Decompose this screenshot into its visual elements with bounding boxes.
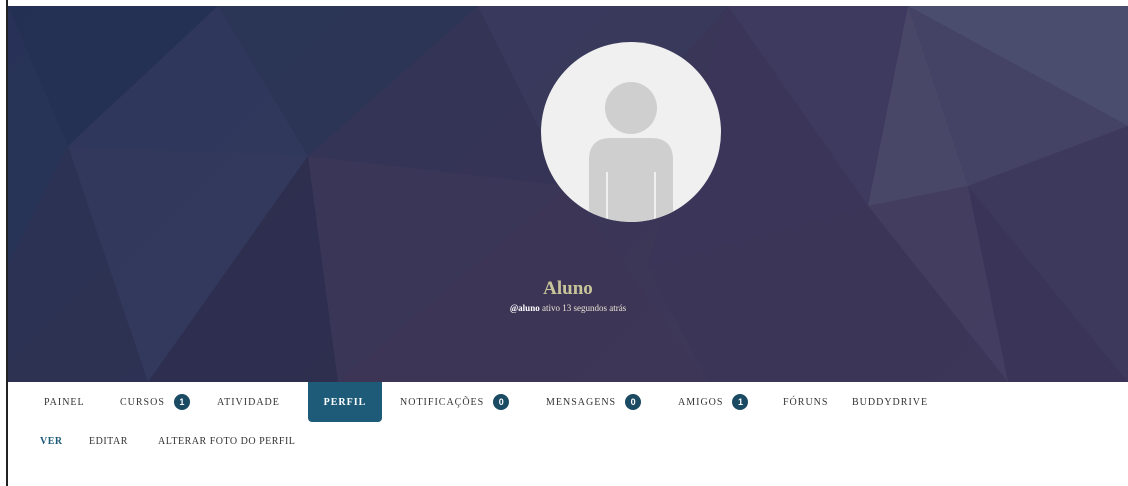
- sub-nav-ver[interactable]: VER: [40, 436, 63, 447]
- profile-sub-nav: VER EDITAR ALTERAR FOTO DO PERFIL: [8, 436, 608, 456]
- nav-item-label: MENSAGENS: [546, 396, 617, 408]
- nav-item-label: ATIVIDADE: [217, 396, 280, 408]
- profile-handle: @aluno: [509, 303, 540, 313]
- sub-nav-editar[interactable]: EDITAR: [89, 436, 128, 447]
- nav-item-perfil[interactable]: PERFIL: [308, 382, 382, 422]
- count-badge: 1: [173, 394, 190, 410]
- profile-main-nav: PAINEL CURSOS 1 ATIVIDADE PERFIL NOTIFIC…: [8, 382, 1128, 422]
- profile-cover-image: Aluno @aluno ativo 13 segundos atrás: [8, 6, 1128, 382]
- nav-item-label: NOTIFICAÇÕES: [400, 396, 485, 408]
- avatar[interactable]: [541, 42, 721, 222]
- nav-item-cursos[interactable]: CURSOS 1: [120, 382, 190, 422]
- sub-nav-alterar-foto[interactable]: ALTERAR FOTO DO PERFIL: [158, 436, 295, 447]
- nav-item-painel[interactable]: PAINEL: [44, 382, 85, 422]
- nav-item-label: PERFIL: [323, 396, 367, 408]
- nav-item-label: PAINEL: [44, 396, 85, 408]
- count-badge: 0: [625, 394, 642, 410]
- default-avatar-icon: [589, 82, 673, 222]
- profile-meta: @aluno ativo 13 segundos atrás: [8, 303, 1128, 313]
- nav-item-amigos[interactable]: AMIGOS 1: [678, 382, 749, 422]
- profile-display-name: Aluno: [543, 278, 593, 299]
- nav-item-label: CURSOS: [120, 396, 165, 408]
- nav-item-foruns[interactable]: FÓRUNS: [783, 382, 828, 422]
- nav-item-buddydrive[interactable]: BUDDYDRIVE: [852, 382, 928, 422]
- nav-item-notificacoes[interactable]: NOTIFICAÇÕES 0: [400, 382, 510, 422]
- nav-item-label: FÓRUNS: [783, 396, 829, 408]
- nav-item-label: AMIGOS: [678, 396, 724, 408]
- count-badge: 1: [732, 394, 749, 410]
- nav-item-mensagens[interactable]: MENSAGENS 0: [546, 382, 642, 422]
- nav-item-atividade[interactable]: ATIVIDADE: [217, 382, 280, 422]
- nav-item-label: BUDDYDRIVE: [852, 396, 929, 408]
- profile-last-activity: ativo 13 segundos atrás: [541, 303, 627, 313]
- count-badge: 0: [493, 394, 510, 410]
